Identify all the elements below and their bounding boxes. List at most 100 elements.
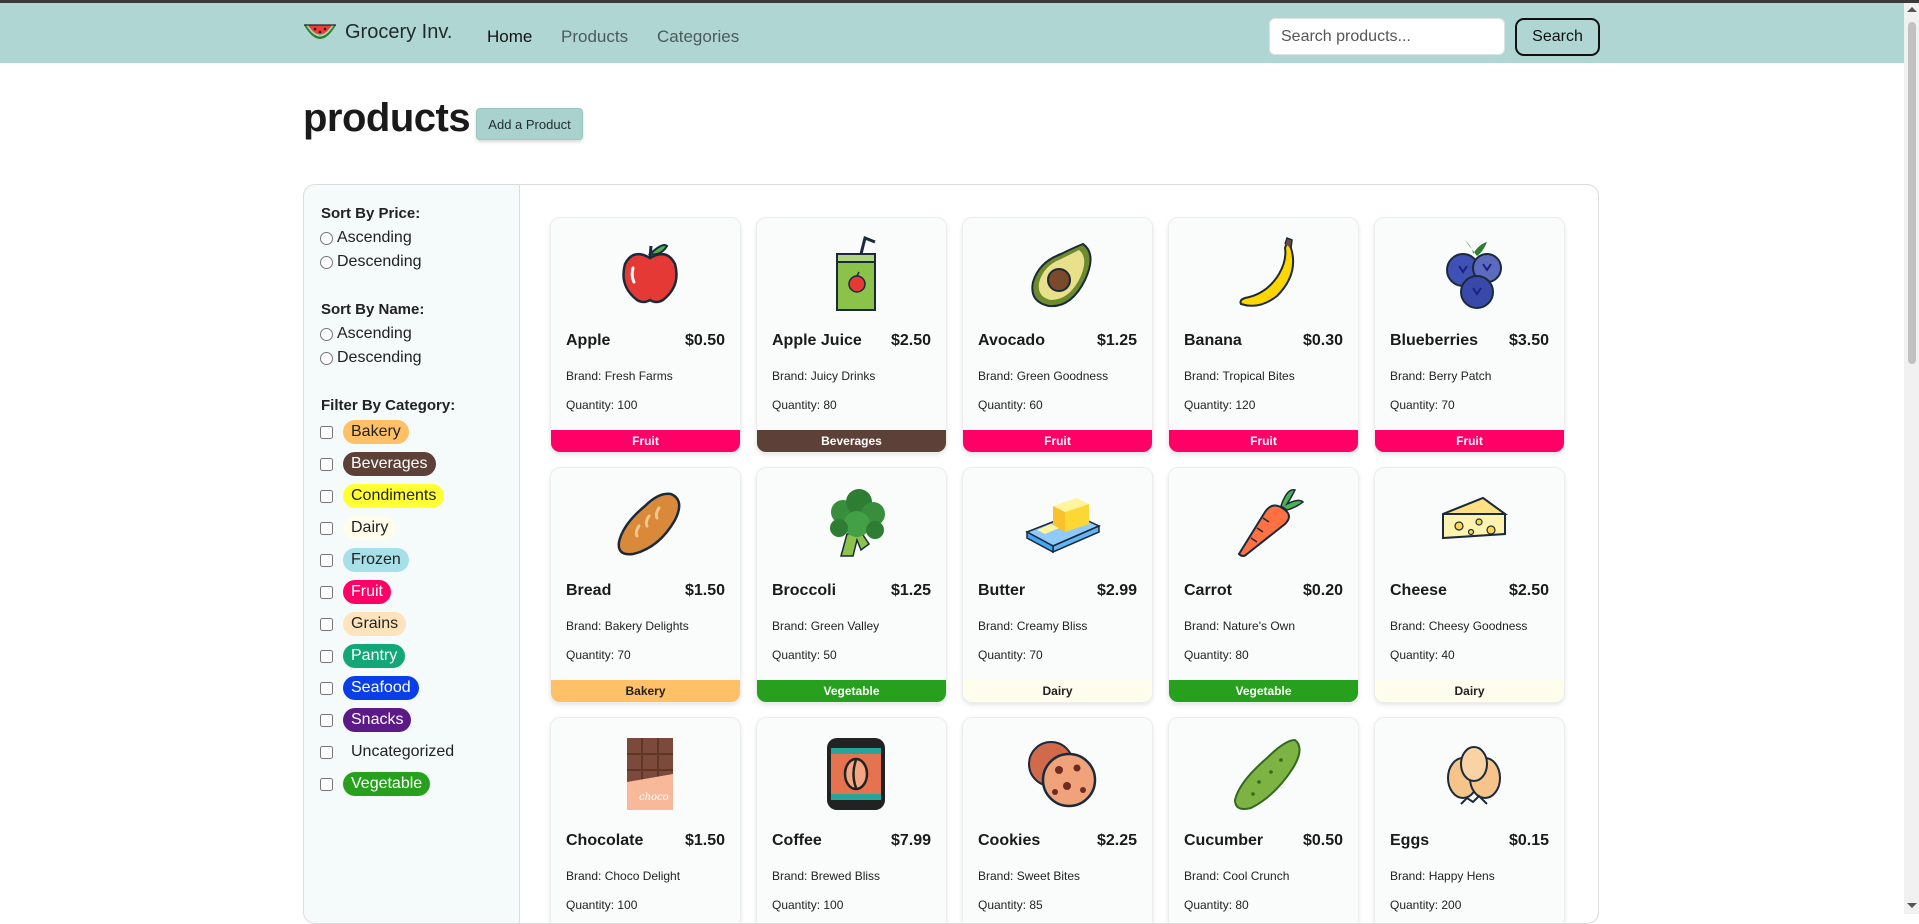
category-filter-beverages[interactable]: Beverages: [320, 452, 436, 476]
category-checkbox[interactable]: [320, 745, 333, 759]
product-quantity: Quantity: 70: [978, 648, 1043, 662]
product-brand: Brand: Cool Crunch: [1184, 869, 1290, 883]
product-card-banana[interactable]: Banana $0.30 Brand: Tropical Bites Quantity…: [1168, 217, 1359, 453]
sort-price-descending[interactable]: Descending: [320, 253, 422, 271]
product-name: Bread: [566, 582, 612, 599]
product-price: $1.50: [684, 582, 725, 599]
category-checkbox[interactable]: [320, 617, 333, 631]
product-brand: Brand: Sweet Bites: [978, 869, 1081, 883]
category-filter-bakery[interactable]: Bakery: [320, 420, 409, 444]
category-checkbox[interactable]: [320, 713, 333, 727]
scrollbar-thumb[interactable]: [1908, 22, 1916, 364]
product-category-badge: Beverages: [757, 430, 946, 452]
juice-box-icon: [817, 234, 895, 312]
sort-price-descending-radio[interactable]: [320, 255, 333, 269]
product-name: Coffee: [772, 832, 822, 849]
category-filter-grains[interactable]: Grains: [320, 612, 407, 636]
category-badge: Uncategorized: [351, 743, 455, 760]
nav-categories[interactable]: Categories: [657, 27, 739, 47]
product-brand: Brand: Happy Hens: [1390, 869, 1495, 883]
category-filter-condiments[interactable]: Condiments: [320, 484, 445, 508]
category-badge: Bakery: [343, 420, 409, 444]
option-label: Ascending: [337, 229, 412, 246]
banana-icon: [1229, 234, 1307, 312]
broccoli-icon: [817, 484, 895, 562]
navbar: Grocery Inv. Home Products Categories Se…: [0, 3, 1919, 63]
category-filter-dairy[interactable]: Dairy: [320, 516, 397, 540]
product-card-apple[interactable]: Apple $0.50 Brand: Fresh Farms Quantity: 10…: [550, 217, 741, 453]
scroll-up-icon[interactable]: [1907, 7, 1917, 12]
carrot-icon: [1229, 484, 1307, 562]
nav-products[interactable]: Products: [561, 27, 628, 47]
product-price: $0.20: [1302, 582, 1343, 599]
product-price: $0.30: [1302, 332, 1343, 349]
category-checkbox[interactable]: [320, 553, 333, 567]
filter-sidebar: Sort By Price: Ascending Descending Sort…: [304, 185, 520, 923]
product-card-cookies[interactable]: Cookies $2.25 Brand: Sweet Bites Quantity: …: [962, 717, 1153, 923]
search-button[interactable]: Search: [1515, 18, 1600, 56]
product-brand: Brand: Tropical Bites: [1184, 369, 1295, 383]
product-card-avocado[interactable]: Avocado $1.25 Brand: Green Goodness Quantit…: [962, 217, 1153, 453]
category-checkbox[interactable]: [320, 457, 333, 471]
category-checkbox[interactable]: [320, 681, 333, 695]
product-card-eggs[interactable]: Eggs $0.15 Brand: Happy Hens Quantity: 200: [1374, 717, 1565, 923]
product-category-badge: Vegetable: [1169, 680, 1358, 702]
sort-name-descending[interactable]: Descending: [320, 349, 422, 367]
category-filter-fruit[interactable]: Fruit: [320, 580, 391, 604]
product-quantity: Quantity: 70: [566, 648, 631, 662]
product-quantity: Quantity: 50: [772, 648, 837, 662]
product-card-chocolate[interactable]: choco Chocolate $1.50 Brand: Choco Delight Q…: [550, 717, 741, 923]
category-checkbox[interactable]: [320, 425, 333, 439]
product-price: $2.25: [1096, 832, 1137, 849]
category-filter-seafood[interactable]: Seafood: [320, 676, 419, 700]
product-card-butter[interactable]: Butter $2.99 Brand: Creamy Bliss Quantity: …: [962, 467, 1153, 703]
nav-home[interactable]: Home: [487, 27, 532, 47]
sort-name-ascending[interactable]: Ascending: [320, 325, 412, 343]
product-card-blueberries[interactable]: Blueberries $3.50 Brand: Berry Patch Quanti…: [1374, 217, 1565, 453]
option-label: Descending: [337, 349, 422, 366]
product-card-broccoli[interactable]: Broccoli $1.25 Brand: Green Valley Quantity…: [756, 467, 947, 703]
product-price: $2.50: [1508, 582, 1549, 599]
product-category-badge: Fruit: [963, 430, 1152, 452]
category-filter-uncategorized[interactable]: Uncategorized: [320, 740, 462, 764]
product-category-badge: Fruit: [551, 430, 740, 452]
sort-price-title: Sort By Price:: [321, 205, 421, 222]
category-filter-pantry[interactable]: Pantry: [320, 644, 406, 668]
sort-price-ascending-radio[interactable]: [320, 231, 333, 245]
product-name: Butter: [978, 582, 1026, 599]
sort-name-ascending-radio[interactable]: [320, 327, 333, 341]
cucumber-icon: [1229, 734, 1307, 812]
category-checkbox[interactable]: [320, 777, 333, 791]
category-badge: Grains: [343, 612, 407, 636]
product-price: $2.99: [1096, 582, 1137, 599]
product-brand: Brand: Green Goodness: [978, 369, 1109, 383]
sort-price-ascending[interactable]: Ascending: [320, 229, 412, 247]
coffee-bag-icon: [817, 734, 895, 812]
product-card-cheese[interactable]: Cheese $2.50 Brand: Cheesy Goodness Quantit…: [1374, 467, 1565, 703]
eggs-icon: [1435, 734, 1513, 812]
category-checkbox[interactable]: [320, 585, 333, 599]
category-checkbox[interactable]: [320, 489, 333, 503]
category-filter-snacks[interactable]: Snacks: [320, 708, 412, 732]
sort-name-descending-radio[interactable]: [320, 351, 333, 365]
product-card-coffee[interactable]: Coffee $7.99 Brand: Brewed Bliss Quantity: …: [756, 717, 947, 923]
sort-name-title: Sort By Name:: [321, 301, 425, 318]
product-card-bread[interactable]: Bread $1.50 Brand: Bakery Delights Quantity…: [550, 467, 741, 703]
product-name: Blueberries: [1390, 332, 1479, 349]
category-checkbox[interactable]: [320, 521, 333, 535]
brand[interactable]: Grocery Inv.: [303, 21, 452, 44]
product-name: Banana: [1184, 332, 1242, 349]
product-card-cucumber[interactable]: Cucumber $0.50 Brand: Cool Crunch Quantity:…: [1168, 717, 1359, 923]
scroll-down-icon[interactable]: [1907, 903, 1917, 908]
category-badge: Fruit: [343, 580, 391, 604]
product-brand: Brand: Nature's Own: [1184, 619, 1296, 633]
category-filter-vegetable[interactable]: Vegetable: [320, 772, 431, 796]
search-input[interactable]: [1269, 18, 1505, 55]
product-category-badge: Bakery: [551, 680, 740, 702]
product-card-apple-juice[interactable]: Apple Juice $2.50 Brand: Juicy Drinks Quant…: [756, 217, 947, 453]
add-product-button[interactable]: Add a Product: [476, 108, 583, 140]
product-card-carrot[interactable]: Carrot $0.20 Brand: Nature's Own Quantity: …: [1168, 467, 1359, 703]
category-checkbox[interactable]: [320, 649, 333, 663]
category-filter-frozen[interactable]: Frozen: [320, 548, 409, 572]
product-quantity: Quantity: 40: [1390, 648, 1455, 662]
